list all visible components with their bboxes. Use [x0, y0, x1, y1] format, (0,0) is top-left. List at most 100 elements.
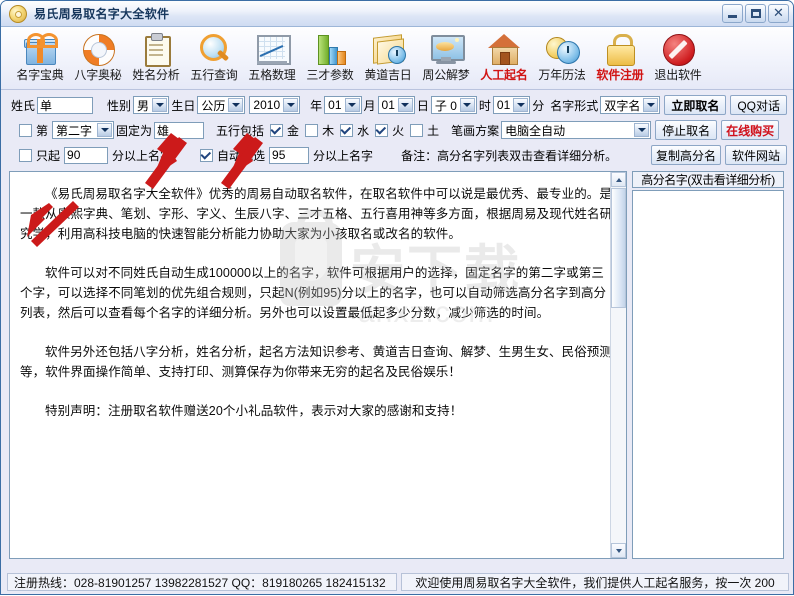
content-area: 安下载 anxz.com 《易氏周易取名字大全软件》优秀的周易自动取名软件，在取… — [1, 171, 793, 559]
fix-mid-label: 固定为 — [116, 123, 153, 138]
calendar-type-select[interactable]: 公历 — [197, 96, 246, 114]
toolbar-item-tuichu-ruanjian[interactable]: 退出软件 — [649, 31, 707, 83]
clipboard-icon — [139, 32, 173, 67]
toolbar-item-sancai-canshu[interactable]: 三才参数 — [301, 31, 359, 83]
maximize-button[interactable] — [745, 4, 766, 23]
start-naming-button[interactable]: 立即取名 — [664, 95, 727, 115]
hour-unit: 时 — [478, 98, 491, 113]
scroll-up-arrow-icon[interactable] — [611, 172, 626, 187]
auto-prefix-label: 自动挑选 — [217, 148, 266, 163]
toolbar-label: 万年历法 — [538, 68, 586, 82]
surname-input[interactable] — [37, 96, 94, 114]
chevron-down-icon — [283, 98, 299, 112]
toolbar-item-zhougong-jiemeng[interactable]: 周公解梦 — [417, 31, 475, 83]
fixed-char-input[interactable] — [154, 121, 205, 139]
form-row-fixed-char: 第 第二字 固定为 五行包括 金 木 水 火 土 笔画方案 电脑全自动 停止取名 — [9, 119, 787, 141]
monitor-dream-icon — [429, 32, 465, 65]
toolbar-item-ruanjian-zhuce[interactable]: 软件注册 — [591, 31, 649, 83]
form-row-birth: 姓氏 性别 男 生日 公历 2010 年 01 月 01 — [9, 94, 787, 116]
scrollbar-thumb[interactable] — [611, 188, 626, 308]
stroke-plan-label: 笔画方案 — [451, 123, 500, 138]
copy-high-score-button[interactable]: 复制高分名 — [651, 145, 721, 165]
minimize-button[interactable] — [722, 4, 743, 23]
toolbar-item-rengong-qiming[interactable]: 人工起名 — [475, 31, 533, 83]
status-message: 欢迎使用周易取名字大全软件，我们提供人工起名服务，按一次 200 — [401, 573, 789, 591]
calendar-value: 公历 — [201, 98, 226, 113]
wuxing-mu-checkbox[interactable] — [305, 123, 319, 137]
wuxing-jin-checkbox[interactable] — [270, 123, 284, 137]
month-select[interactable]: 01 — [324, 96, 362, 114]
wuxing-tu-label: 土 — [427, 123, 440, 138]
chevron-down-icon — [97, 123, 113, 137]
close-button[interactable]: ✕ — [768, 4, 789, 23]
text-scrollbar[interactable] — [610, 172, 626, 558]
wuxing-shui-checkbox[interactable] — [340, 123, 354, 137]
lock-icon — [603, 32, 637, 66]
description-paragraph: 特别声明：注册取名软件赠送20个小礼品软件，表示对大家的感谢和支持！ — [45, 404, 463, 418]
toolbar-item-wuxing-chaxun[interactable]: 五行查询 — [185, 31, 243, 83]
month-value: 01 — [328, 98, 342, 112]
only-score-input[interactable] — [64, 146, 109, 164]
toolbar-item-huangdao-jiri[interactable]: 黄道吉日 — [359, 31, 417, 83]
lifebuoy-icon — [81, 32, 115, 66]
status-bar: 注册热线：028-81901257 13982281527 QQ：8191802… — [1, 570, 793, 594]
day-select[interactable]: 01 — [377, 96, 415, 114]
char-position-value: 第二字 — [56, 123, 93, 138]
wuxing-huo-checkbox[interactable] — [375, 123, 389, 137]
wuxing-shui-label: 水 — [357, 123, 370, 138]
nameform-label: 名字形式 — [550, 98, 599, 113]
gift-icon — [23, 32, 58, 65]
form-panel: 姓氏 性别 男 生日 公历 2010 年 01 月 01 — [1, 90, 793, 171]
gender-select[interactable]: 男 — [133, 96, 170, 114]
description-paragraph: 软件可以对不同姓氏自动生成100000以上的名字，软件可根据用户的选择，固定名字… — [20, 266, 607, 320]
description-textarea[interactable]: 安下载 anxz.com 《易氏周易取名字大全软件》优秀的周易自动取名软件，在取… — [9, 171, 627, 559]
high-score-list[interactable] — [632, 190, 784, 559]
toolbar-item-wuge-shuli[interactable]: 五格数理 — [243, 31, 301, 83]
software-site-button[interactable]: 软件网站 — [725, 145, 787, 165]
only-prefix-label: 只起 — [36, 148, 61, 163]
toolbar-item-bazi[interactable]: 八字奥秘 — [69, 31, 127, 83]
toolbar-label: 软件注册 — [596, 68, 644, 82]
wuxing-label: 五行包括 — [216, 123, 265, 138]
fix-position-checkbox[interactable] — [19, 123, 32, 137]
only-suffix-label: 分以上名字 — [112, 148, 173, 163]
auto-score-input[interactable] — [269, 146, 310, 164]
description-paragraph: 《易氏周易取名字大全软件》优秀的周易自动取名软件，在取名软件中可以说是最优秀、最… — [20, 187, 613, 241]
high-score-header: 高分名字(双击看详细分析) — [632, 171, 784, 188]
char-position-select[interactable]: 第二字 — [52, 121, 115, 139]
toolbar-item-mingzibaodian[interactable]: 名字宝典 — [11, 31, 69, 83]
minute-unit: 分 — [532, 98, 545, 113]
chevron-down-icon — [397, 98, 413, 112]
toolbar-item-xingming-fenxi[interactable]: 姓名分析 — [127, 31, 185, 83]
application-window: 易氏周易取名字大全软件 ✕ 名字宝典 八字奥秘 姓名分析 五行查询 五格数理 三… — [0, 0, 794, 595]
wuxing-tu-checkbox[interactable] — [410, 123, 424, 137]
stroke-plan-select[interactable]: 电脑全自动 — [501, 121, 652, 139]
year-select[interactable]: 2010 — [249, 96, 301, 114]
qq-chat-button[interactable]: QQ对话 — [730, 95, 787, 115]
stop-naming-button[interactable]: 停止取名 — [655, 120, 718, 140]
chevron-down-icon — [459, 98, 475, 112]
high-score-panel: 高分名字(双击看详细分析) — [632, 171, 784, 559]
gender-label: 性别 — [107, 98, 132, 113]
close-icon: ✕ — [773, 6, 784, 21]
hour-select[interactable]: 子 0 — [430, 96, 477, 114]
nameform-select[interactable]: 双字名 — [600, 96, 661, 114]
calendar-clock-icon — [371, 32, 406, 65]
day-unit: 日 — [416, 98, 429, 113]
toolbar-label: 周公解梦 — [422, 68, 470, 82]
toolbar-item-wannian-lifa[interactable]: 万年历法 — [533, 31, 591, 83]
only-score-checkbox[interactable] — [19, 148, 32, 162]
minute-value: 01 — [496, 98, 511, 112]
birthday-label: 生日 — [171, 98, 196, 113]
wuxing-huo-label: 火 — [392, 123, 405, 138]
toolbar-label: 三才参数 — [306, 68, 354, 82]
chevron-down-icon — [634, 123, 650, 137]
scroll-down-arrow-icon[interactable] — [611, 543, 626, 558]
minute-select[interactable]: 01 — [492, 96, 531, 114]
online-buy-button[interactable]: 在线购买 — [721, 120, 780, 140]
house-icon — [487, 32, 521, 65]
auto-pick-checkbox[interactable] — [200, 148, 214, 162]
window-controls: ✕ — [722, 4, 789, 23]
magnifier-icon — [197, 32, 231, 65]
chevron-down-icon — [344, 98, 360, 112]
